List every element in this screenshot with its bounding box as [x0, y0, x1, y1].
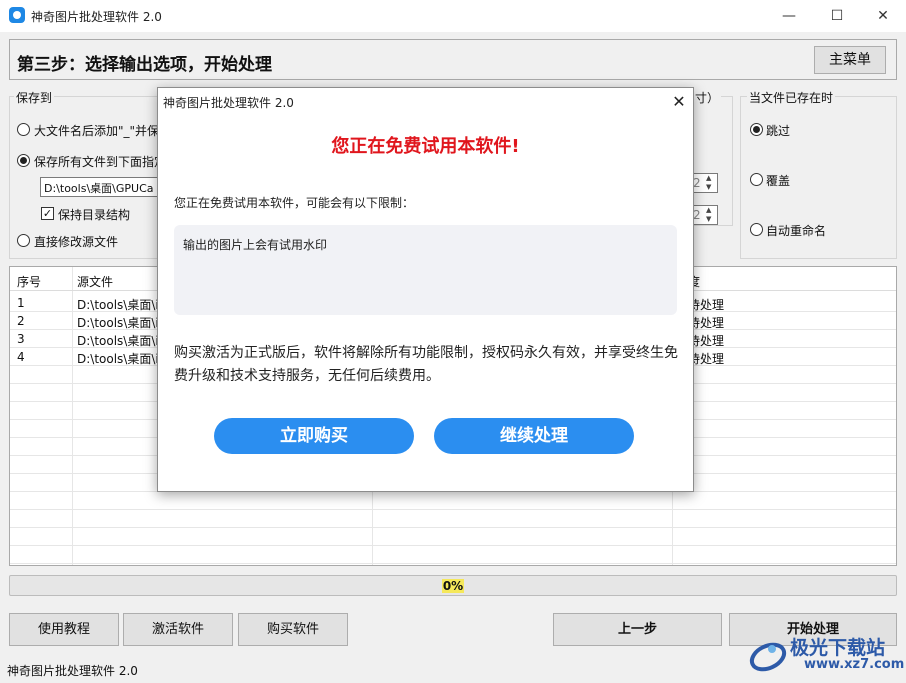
spinner-arrows-icon: ▲ ▼ [706, 174, 712, 191]
spinner-arrows-icon: ▲ ▼ [706, 206, 712, 223]
trial-dialog: 神奇图片批处理软件 2.0 ✕ 您正在免费试用本软件! 您正在免费试用本软件，可… [157, 87, 694, 492]
modify-source-label: 直接修改源文件 [34, 235, 119, 249]
size-spinner-2-value: 2 [693, 208, 701, 222]
minimize-button[interactable]: — [766, 0, 812, 32]
keep-structure-label: 保持目录结构 [58, 208, 131, 222]
tutorial-button[interactable]: 使用教程 [9, 613, 119, 646]
progress-text: 0% [441, 579, 465, 593]
step-header: 第三步：选择输出选项，开始处理 主菜单 [9, 39, 897, 80]
table-row-empty [10, 510, 896, 528]
save-to-group-label: 保存到 [14, 89, 55, 106]
row-index: 3 [17, 332, 25, 346]
progress-bar: 0% [9, 575, 897, 596]
watermark-logo: 极光下载站 www.xz7.com [748, 629, 904, 679]
row-index: 2 [17, 314, 25, 328]
row-source: D:\tools\桌面\i [77, 352, 159, 366]
save-to-folder-label: 保存所有文件到下面指定 [34, 155, 159, 169]
overwrite-radio[interactable] [750, 173, 763, 186]
maximize-button[interactable]: ☐ [814, 0, 860, 32]
status-text: 神奇图片批处理软件 2.0 [7, 664, 138, 678]
output-path-field[interactable]: D:\tools\桌面\GPUCa [40, 177, 160, 197]
watermark-swirl-icon [749, 642, 787, 672]
skip-radio[interactable] [750, 123, 763, 136]
activate-button[interactable]: 激活软件 [123, 613, 233, 646]
dialog-heading: 您正在免费试用本软件! [331, 136, 520, 157]
table-row-empty [10, 528, 896, 546]
dialog-body-text: 购买激活为正式版后，软件将解除所有功能限制，授权码永久有效，并享受终生免费升级和… [174, 345, 678, 384]
limitations-text: 输出的图片上会有试用水印 [183, 238, 328, 252]
row-source: D:\tools\桌面\i [77, 316, 159, 330]
watermark-text: 极光下载站 [790, 637, 886, 659]
main-menu-button[interactable]: 主菜单 [814, 46, 886, 74]
limitations-box: 输出的图片上会有试用水印 [174, 225, 677, 315]
step-title: 第三步：选择输出选项，开始处理 [17, 55, 272, 75]
when-exists-group-label: 当文件已存在时 [747, 89, 836, 106]
column-header-index[interactable]: 序号 [17, 273, 41, 290]
append-suffix-radio[interactable] [17, 123, 30, 136]
buy-now-button[interactable]: 立即购买 [214, 418, 414, 454]
skip-label: 跳过 [766, 124, 791, 138]
table-row-empty [10, 546, 896, 564]
overwrite-label: 覆盖 [766, 174, 791, 188]
previous-step-button[interactable]: 上一步 [553, 613, 722, 646]
row-index: 1 [17, 296, 25, 310]
row-source: D:\tools\桌面\i [77, 298, 159, 312]
close-button[interactable]: ✕ [860, 0, 906, 32]
auto-rename-label: 自动重命名 [766, 224, 827, 238]
continue-processing-button[interactable]: 继续处理 [434, 418, 634, 454]
keep-structure-checkbox[interactable]: ✓ [41, 207, 54, 220]
window-title: 神奇图片批处理软件 2.0 [31, 10, 162, 24]
row-index: 4 [17, 350, 25, 364]
watermark-url: www.xz7.com [804, 657, 905, 672]
auto-rename-radio[interactable] [750, 223, 763, 236]
size-spinner-1-value: 2 [693, 176, 701, 190]
dialog-subtitle: 您正在免费试用本软件，可能会有以下限制： [174, 196, 415, 210]
save-to-folder-radio[interactable] [17, 154, 30, 167]
append-suffix-label: 大文件名后添加"_"并保 [34, 124, 159, 138]
title-bar: 神奇图片批处理软件 2.0 — ☐ ✕ [0, 0, 906, 32]
buy-software-button[interactable]: 购买软件 [238, 613, 348, 646]
table-row-empty [10, 492, 896, 510]
modify-source-radio[interactable] [17, 234, 30, 247]
column-header-source[interactable]: 源文件 [77, 273, 113, 290]
row-source: D:\tools\桌面\i [77, 334, 159, 348]
size-group-label: 寸） [693, 89, 722, 106]
dialog-title: 神奇图片批处理软件 2.0 [163, 96, 294, 110]
dialog-close-button[interactable]: ✕ [664, 89, 694, 115]
app-icon [9, 7, 25, 23]
